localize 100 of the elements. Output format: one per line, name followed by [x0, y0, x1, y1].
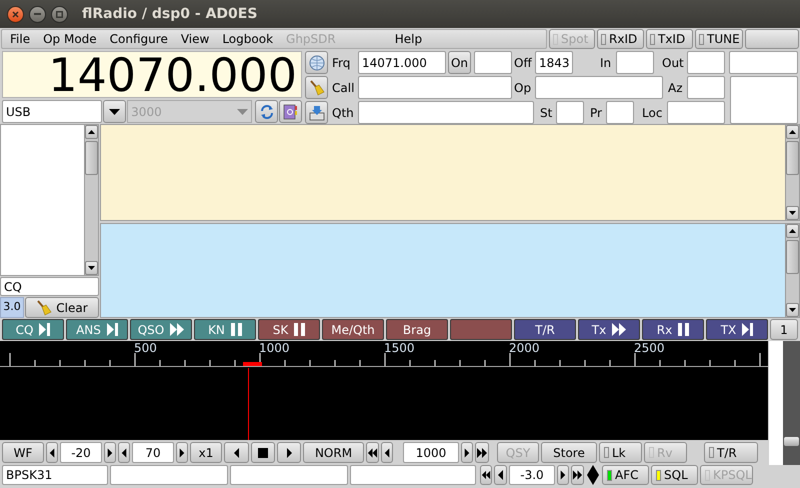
input-field[interactable] [687, 51, 725, 74]
globe-icon [308, 54, 324, 70]
scrollbar-thumb[interactable] [85, 141, 98, 175]
step-button[interactable] [118, 442, 130, 463]
left-triangle-icon [119, 446, 129, 460]
macro-button[interactable]: ANS [66, 319, 128, 340]
right-triangle-icon [462, 446, 472, 460]
input-field[interactable] [358, 101, 534, 124]
frequency-display[interactable]: 14070.000 [2, 51, 302, 98]
toggle-button[interactable]: T/R [704, 442, 758, 463]
input-field[interactable] [616, 51, 654, 74]
menu-item[interactable]: Op Mode [43, 30, 97, 48]
input-field[interactable] [358, 76, 512, 99]
control-button[interactable]: x1 [190, 442, 222, 463]
on-button[interactable]: On [448, 51, 471, 74]
menu-item[interactable]: Configure [110, 30, 168, 48]
menu-item[interactable]: Help [394, 30, 422, 48]
input-field[interactable]: 70 [132, 442, 174, 463]
step-button[interactable] [46, 442, 58, 463]
step-button[interactable] [480, 465, 492, 485]
input-field[interactable]: 14071.000 [358, 51, 446, 74]
control-button[interactable]: NORM [303, 442, 364, 463]
step-button[interactable] [475, 442, 489, 463]
step-button[interactable] [461, 442, 473, 463]
play-to-end-icon [742, 323, 754, 336]
step-button[interactable] [557, 465, 569, 485]
minimize-button[interactable] [29, 6, 46, 22]
input-field[interactable] [606, 101, 634, 124]
clear-log-button[interactable] [305, 76, 328, 99]
clear-button[interactable]: Clear [25, 297, 99, 318]
macro-button[interactable]: KN [194, 319, 256, 340]
step-button[interactable] [251, 442, 275, 463]
step-button[interactable] [104, 442, 116, 463]
input-field[interactable] [350, 465, 476, 485]
globe-button[interactable] [305, 51, 328, 74]
step-button[interactable] [571, 465, 584, 485]
input-field[interactable] [474, 51, 512, 74]
control-button[interactable]: WF [2, 442, 44, 463]
waterfall-display[interactable] [0, 341, 768, 440]
input-field[interactable]: CQ [0, 277, 99, 296]
step-button[interactable] [224, 442, 249, 463]
input-field[interactable] [729, 51, 798, 74]
input-field[interactable] [667, 101, 725, 124]
input-field[interactable] [556, 101, 584, 124]
scrollbar-thumb[interactable] [786, 240, 799, 274]
maximize-button[interactable] [51, 6, 68, 22]
input-field[interactable] [730, 76, 798, 124]
macro-button[interactable]: SK [258, 319, 320, 340]
logbook-button[interactable] [279, 100, 302, 123]
play-to-end-icon [106, 323, 118, 336]
double-right-triangle-icon [476, 446, 488, 460]
field-label: Loc [642, 106, 664, 118]
step-button[interactable] [176, 442, 188, 463]
step-button[interactable] [381, 442, 393, 463]
menu-item[interactable]: Logbook [222, 30, 274, 48]
toggle-button[interactable]: AFC [602, 465, 649, 485]
toggle-button[interactable]: SQL [651, 465, 698, 485]
macro-bank-button[interactable]: 1 [770, 319, 798, 340]
vertical-scrollbar[interactable] [785, 125, 799, 220]
refresh-button[interactable] [255, 100, 278, 123]
vertical-slider[interactable] [783, 341, 800, 465]
macro-button[interactable]: T/R [514, 319, 576, 340]
macro-button[interactable]: QSO [130, 319, 192, 340]
vertical-scrollbar[interactable] [785, 224, 799, 317]
menu-item[interactable]: View [180, 30, 210, 48]
macro-button[interactable]: Rx [642, 319, 704, 340]
input-field[interactable] [230, 465, 348, 485]
input-field[interactable] [110, 465, 228, 485]
toggle-button[interactable]: Lk [599, 442, 642, 463]
input-field[interactable]: 1000 [403, 442, 459, 463]
macro-button[interactable]: Me/Qth [322, 319, 384, 340]
macro-button[interactable]: TX [706, 319, 768, 340]
input-field[interactable]: 1843 [535, 51, 573, 74]
input-field[interactable]: -3.0 [509, 465, 555, 485]
scale-label: 1000 [259, 342, 290, 354]
toggle-button[interactable]: TUNE [695, 29, 743, 49]
download-button[interactable] [305, 101, 328, 124]
scrollbar-thumb[interactable] [786, 141, 799, 175]
macro-button[interactable]: Brag [386, 319, 448, 340]
step-button[interactable] [277, 442, 301, 463]
step-button[interactable] [494, 465, 507, 485]
input-field[interactable] [535, 76, 663, 99]
input-field[interactable]: BPSK31 [2, 465, 108, 485]
toggle-button[interactable]: RxID [597, 29, 644, 49]
control-button[interactable]: Store [541, 442, 597, 463]
menu-item[interactable]: File [10, 30, 30, 48]
macro-button[interactable]: CQ [2, 319, 64, 340]
input-field[interactable]: USB [2, 100, 102, 123]
fast-forward-icon [612, 323, 626, 336]
blank-button[interactable] [745, 29, 799, 49]
step-button[interactable] [366, 442, 379, 463]
close-button[interactable] [7, 6, 24, 22]
slider-thumb[interactable] [784, 437, 799, 446]
vertical-scrollbar[interactable] [84, 125, 98, 275]
input-field[interactable]: -20 [60, 442, 102, 463]
caret-up-icon [789, 229, 796, 233]
macro-button[interactable]: Tx [578, 319, 640, 340]
toggle-button[interactable]: TxID [646, 29, 693, 49]
input-field[interactable] [687, 76, 725, 99]
dropdown-button[interactable] [103, 100, 126, 123]
